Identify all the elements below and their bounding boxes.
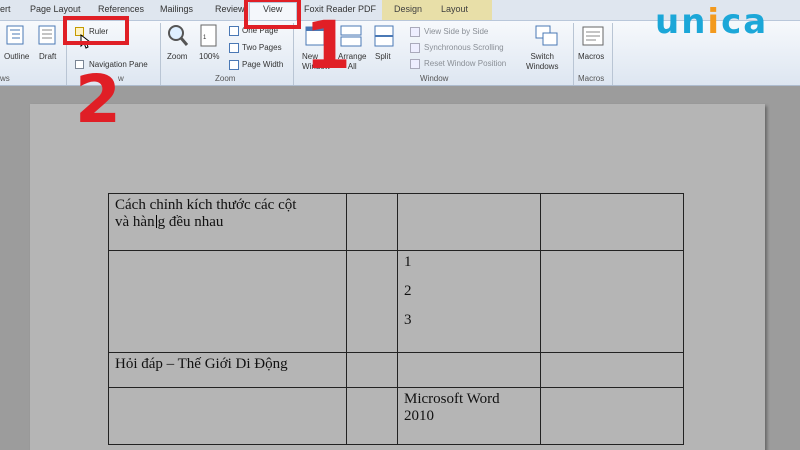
table-cell[interactable] bbox=[540, 387, 684, 445]
hundred-percent-label[interactable]: 100% bbox=[199, 52, 219, 61]
view-tab-highlight-box bbox=[244, 0, 301, 29]
zoom-button-label[interactable]: Zoom bbox=[167, 52, 187, 61]
window-group-label: Window bbox=[420, 74, 449, 83]
step-one-number: 1 bbox=[305, 7, 351, 84]
two-pages-icon bbox=[229, 43, 239, 53]
macros-button-label[interactable]: Macros bbox=[578, 52, 604, 61]
draft-view-icon[interactable] bbox=[38, 25, 56, 45]
table-cell[interactable] bbox=[346, 387, 398, 445]
group-separator bbox=[612, 23, 613, 85]
macros-icon[interactable] bbox=[582, 25, 604, 47]
table-cell[interactable] bbox=[108, 387, 347, 445]
table-row: Microsoft Word 2010 bbox=[108, 387, 684, 445]
views-group-label: ws bbox=[0, 74, 10, 83]
view-side-by-side-icon bbox=[410, 27, 420, 37]
text-cursor-icon bbox=[155, 215, 157, 228]
view-side-by-side-label[interactable]: View Side by Side bbox=[424, 27, 488, 36]
tab-layout[interactable]: Layout bbox=[441, 4, 468, 14]
table-cell[interactable]: Microsoft Word 2010 bbox=[397, 387, 541, 445]
tab-page-layout[interactable]: Page Layout bbox=[30, 4, 81, 14]
table-cell[interactable] bbox=[346, 193, 398, 251]
table-row: Cách chỉnh kích thước các cột và hàn g đề… bbox=[108, 193, 684, 251]
tab-design[interactable]: Design bbox=[394, 4, 422, 14]
hundred-percent-icon[interactable]: 1 bbox=[200, 24, 218, 48]
table-cell[interactable] bbox=[397, 193, 541, 251]
outline-view-icon[interactable] bbox=[6, 25, 24, 45]
table-cell[interactable] bbox=[346, 250, 398, 353]
table-cell[interactable]: Cách chỉnh kích thước các cột và hàn g đề… bbox=[108, 193, 347, 251]
tab-review[interactable]: Review bbox=[215, 4, 245, 14]
split-label[interactable]: Split bbox=[375, 52, 391, 61]
zoom-group-label: Zoom bbox=[215, 74, 236, 83]
zoom-magnifier-icon[interactable] bbox=[167, 24, 189, 48]
tab-references[interactable]: References bbox=[98, 4, 144, 14]
group-separator bbox=[293, 23, 294, 85]
unica-logo: unica bbox=[655, 2, 769, 42]
split-icon[interactable] bbox=[374, 25, 394, 47]
table-row: 1 2 3 bbox=[108, 250, 684, 353]
group-separator bbox=[573, 23, 574, 85]
tab-mailings[interactable]: Mailings bbox=[160, 4, 193, 14]
ruler-highlight-box bbox=[63, 16, 129, 45]
outline-button-label[interactable]: Outline bbox=[4, 52, 29, 61]
table-cell[interactable]: 1 2 3 bbox=[397, 250, 541, 353]
step-two-number: 2 bbox=[75, 61, 121, 138]
page-width-icon bbox=[229, 60, 239, 70]
table-cell[interactable] bbox=[540, 250, 684, 353]
table-cell[interactable]: Hỏi đáp – Thế Giới Di Động bbox=[108, 352, 347, 388]
table-cell[interactable] bbox=[108, 250, 347, 353]
page-width-label[interactable]: Page Width bbox=[242, 60, 283, 69]
tab-insert[interactable]: ert bbox=[0, 4, 11, 14]
table-cell[interactable] bbox=[397, 352, 541, 388]
draft-button-label[interactable]: Draft bbox=[39, 52, 56, 61]
group-separator bbox=[160, 23, 161, 85]
table-cell[interactable] bbox=[540, 193, 684, 251]
switch-windows-label[interactable]: Switch Windows bbox=[526, 52, 558, 72]
document-table[interactable]: Cách chỉnh kích thước các cột và hàn g đề… bbox=[108, 193, 684, 445]
synchronous-scrolling-label[interactable]: Synchronous Scrolling bbox=[424, 43, 504, 52]
switch-windows-icon[interactable] bbox=[535, 25, 559, 47]
table-cell[interactable] bbox=[540, 352, 684, 388]
two-pages-label[interactable]: Two Pages bbox=[242, 43, 282, 52]
reset-window-position-label[interactable]: Reset Window Position bbox=[424, 59, 506, 68]
one-page-icon bbox=[229, 26, 239, 36]
table-cell[interactable] bbox=[346, 352, 398, 388]
reset-window-position-icon bbox=[410, 59, 420, 69]
table-row: Hỏi đáp – Thế Giới Di Động bbox=[108, 352, 684, 388]
macros-group-label: Macros bbox=[578, 74, 605, 83]
synchronous-scrolling-icon bbox=[410, 43, 420, 53]
